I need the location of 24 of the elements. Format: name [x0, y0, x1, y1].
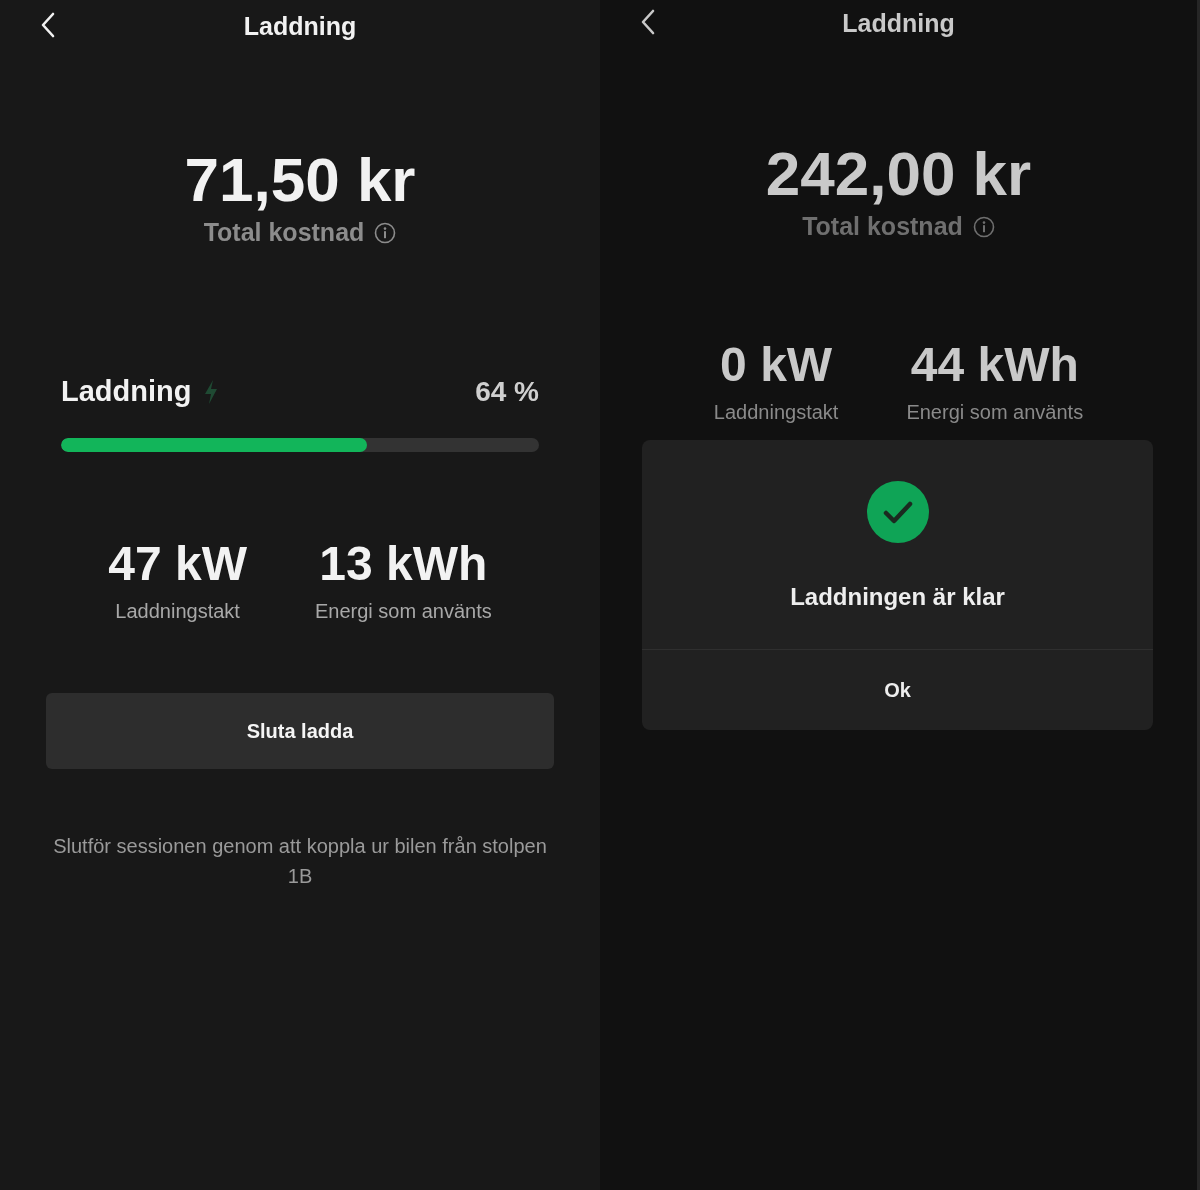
screen-title: Laddning [842, 8, 955, 38]
charge-percentage: 64 % [475, 375, 539, 408]
stat-value: 0 kW [720, 337, 833, 393]
charging-label: Laddning [61, 375, 192, 408]
back-icon[interactable] [640, 9, 656, 35]
screen-title: Laddning [243, 11, 357, 41]
total-amount: 242,00 kr [765, 138, 1032, 210]
stat-value: 44 kWh [910, 337, 1079, 393]
info-icon[interactable] [972, 215, 995, 238]
total-cost-label: Total kostnad [802, 212, 963, 241]
stat-label: Laddningstakt [713, 401, 839, 424]
total-cost-label: Total kostnad [203, 218, 365, 247]
stat-label: Laddningstakt [115, 600, 240, 623]
dialog-message: Laddningen är klar [790, 583, 1005, 611]
total-amount: 71,50 kr [184, 144, 416, 216]
ok-button[interactable]: Ok [642, 650, 1153, 730]
info-icon[interactable] [374, 221, 397, 244]
stat-value: 13 kWh [319, 536, 488, 592]
stop-charging-button[interactable]: Sluta ladda [46, 693, 554, 769]
stat-label: Energi som använts [906, 401, 1084, 424]
stat-label: Energi som använts [315, 600, 492, 623]
instruction-text: Slutför sessionen genom att koppla ur bilen från stolpen 1B [52, 834, 548, 889]
check-icon [866, 481, 929, 543]
stat-value: 47 kW [108, 536, 247, 592]
